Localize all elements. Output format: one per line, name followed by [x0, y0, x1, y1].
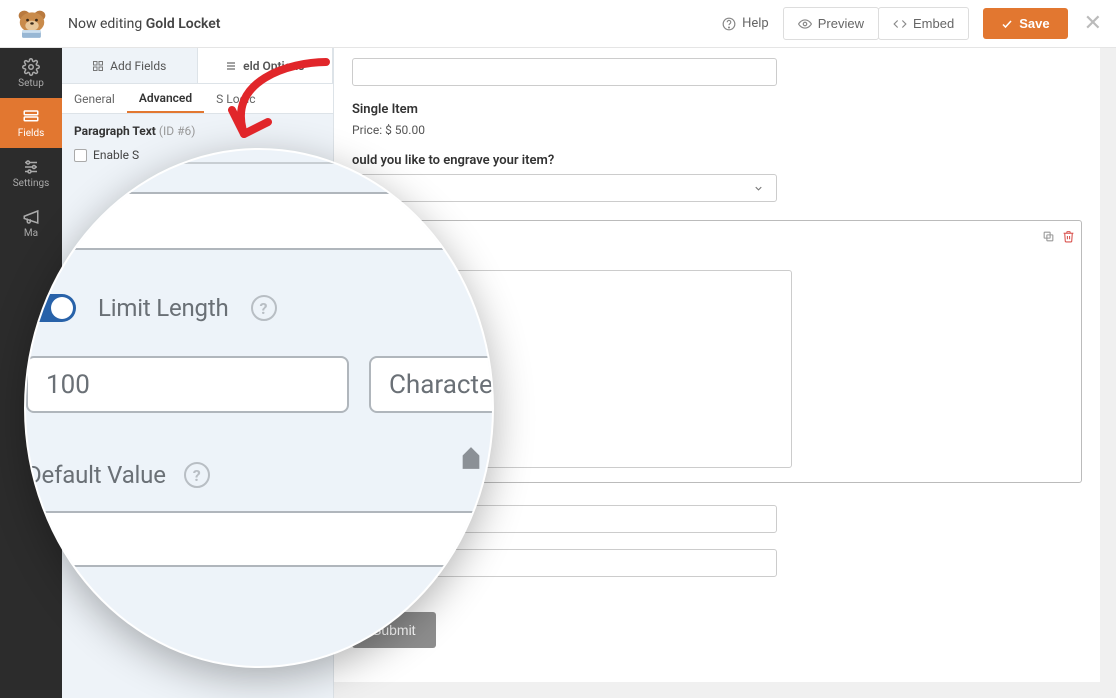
limit-unit-select[interactable]: Characte — [369, 356, 494, 413]
css-classes-label: lasses — [26, 625, 94, 653]
limit-length-label: Limit Length — [98, 294, 229, 322]
embed-button[interactable]: Embed — [878, 7, 969, 40]
chevron-down-icon — [753, 183, 764, 194]
default-value-input[interactable] — [26, 511, 494, 567]
save-button[interactable]: Save — [983, 8, 1067, 39]
price-text: Price: $ 50.00 — [352, 123, 1082, 137]
bear-icon — [14, 9, 50, 39]
tab-add-fields[interactable]: Add Fields — [62, 48, 198, 83]
now-editing-label: Now editing Gold Locket — [68, 16, 221, 32]
preview-text-input[interactable] — [352, 58, 777, 86]
grid-icon — [92, 60, 104, 72]
limit-length-toggle[interactable] — [26, 294, 76, 322]
fields-icon — [22, 108, 40, 126]
delete-field-button[interactable] — [1061, 229, 1075, 243]
eye-icon — [798, 17, 812, 31]
subtab-advanced[interactable]: Advanced — [127, 84, 204, 113]
check-icon — [1001, 18, 1013, 30]
sidebar-item-fields[interactable]: Fields — [0, 98, 62, 148]
trash-icon — [1062, 230, 1075, 243]
gear-icon — [22, 58, 40, 76]
help-icon[interactable]: ? — [112, 626, 138, 652]
tag-icon[interactable] — [461, 445, 481, 471]
code-icon — [893, 17, 907, 31]
close-button[interactable]: ✕ — [1084, 11, 1102, 36]
placeholder-input[interactable] — [26, 192, 494, 250]
limit-value-input[interactable]: 100 — [26, 356, 349, 413]
duplicate-field-button[interactable] — [1041, 229, 1055, 243]
annotation-arrow — [196, 56, 336, 148]
help-link[interactable]: Help — [722, 16, 769, 31]
help-icon[interactable]: ? — [251, 295, 277, 321]
app-logo — [14, 9, 50, 39]
help-icon — [722, 17, 736, 31]
preview-button[interactable]: Preview — [783, 7, 879, 40]
copy-icon — [1042, 230, 1055, 243]
subtab-general[interactable]: General — [62, 84, 127, 113]
sidebar-item-setup[interactable]: Setup — [0, 48, 62, 98]
default-value-label: Default Value — [26, 461, 166, 489]
zoom-magnifier: eholder Text ? Limit Length ? 100 Charac… — [24, 148, 494, 668]
single-item-label: Single Item — [352, 102, 1082, 117]
help-icon[interactable]: ? — [184, 462, 210, 488]
